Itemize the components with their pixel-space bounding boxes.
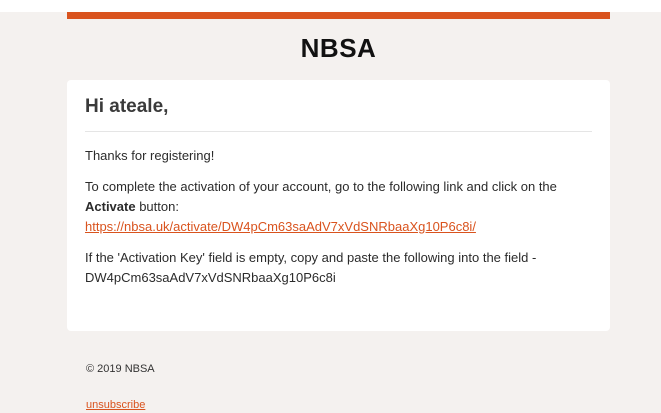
- footer-copyright: © 2019 NBSA: [86, 363, 155, 375]
- fallback-instructions: If the 'Activation Key' field is empty, …: [85, 248, 592, 288]
- instruction-suffix: button:: [139, 199, 179, 214]
- fallback-text: If the 'Activation Key' field is empty, …: [85, 250, 537, 265]
- activation-instructions: To complete the activation of your accou…: [85, 177, 592, 237]
- email-page: NBSA Hi ateale, Thanks for registering! …: [0, 0, 661, 413]
- top-strip: [0, 0, 661, 12]
- activation-link[interactable]: https://nbsa.uk/activate/DW4pCm63saAdV7x…: [85, 219, 476, 234]
- brand-title: NBSA: [300, 33, 377, 63]
- message-card: Hi ateale, Thanks for registering! To co…: [67, 80, 610, 331]
- activation-key: DW4pCm63saAdV7xVdSNRbaaXg10P6c8i: [85, 270, 336, 285]
- accent-bar: [67, 12, 610, 19]
- greeting-heading: Hi ateale,: [85, 96, 592, 132]
- activate-word: Activate: [85, 199, 136, 214]
- instruction-prefix: To complete the activation of your accou…: [85, 179, 557, 194]
- thanks-text: Thanks for registering!: [85, 148, 215, 163]
- unsubscribe-link[interactable]: unsubscribe: [86, 399, 145, 411]
